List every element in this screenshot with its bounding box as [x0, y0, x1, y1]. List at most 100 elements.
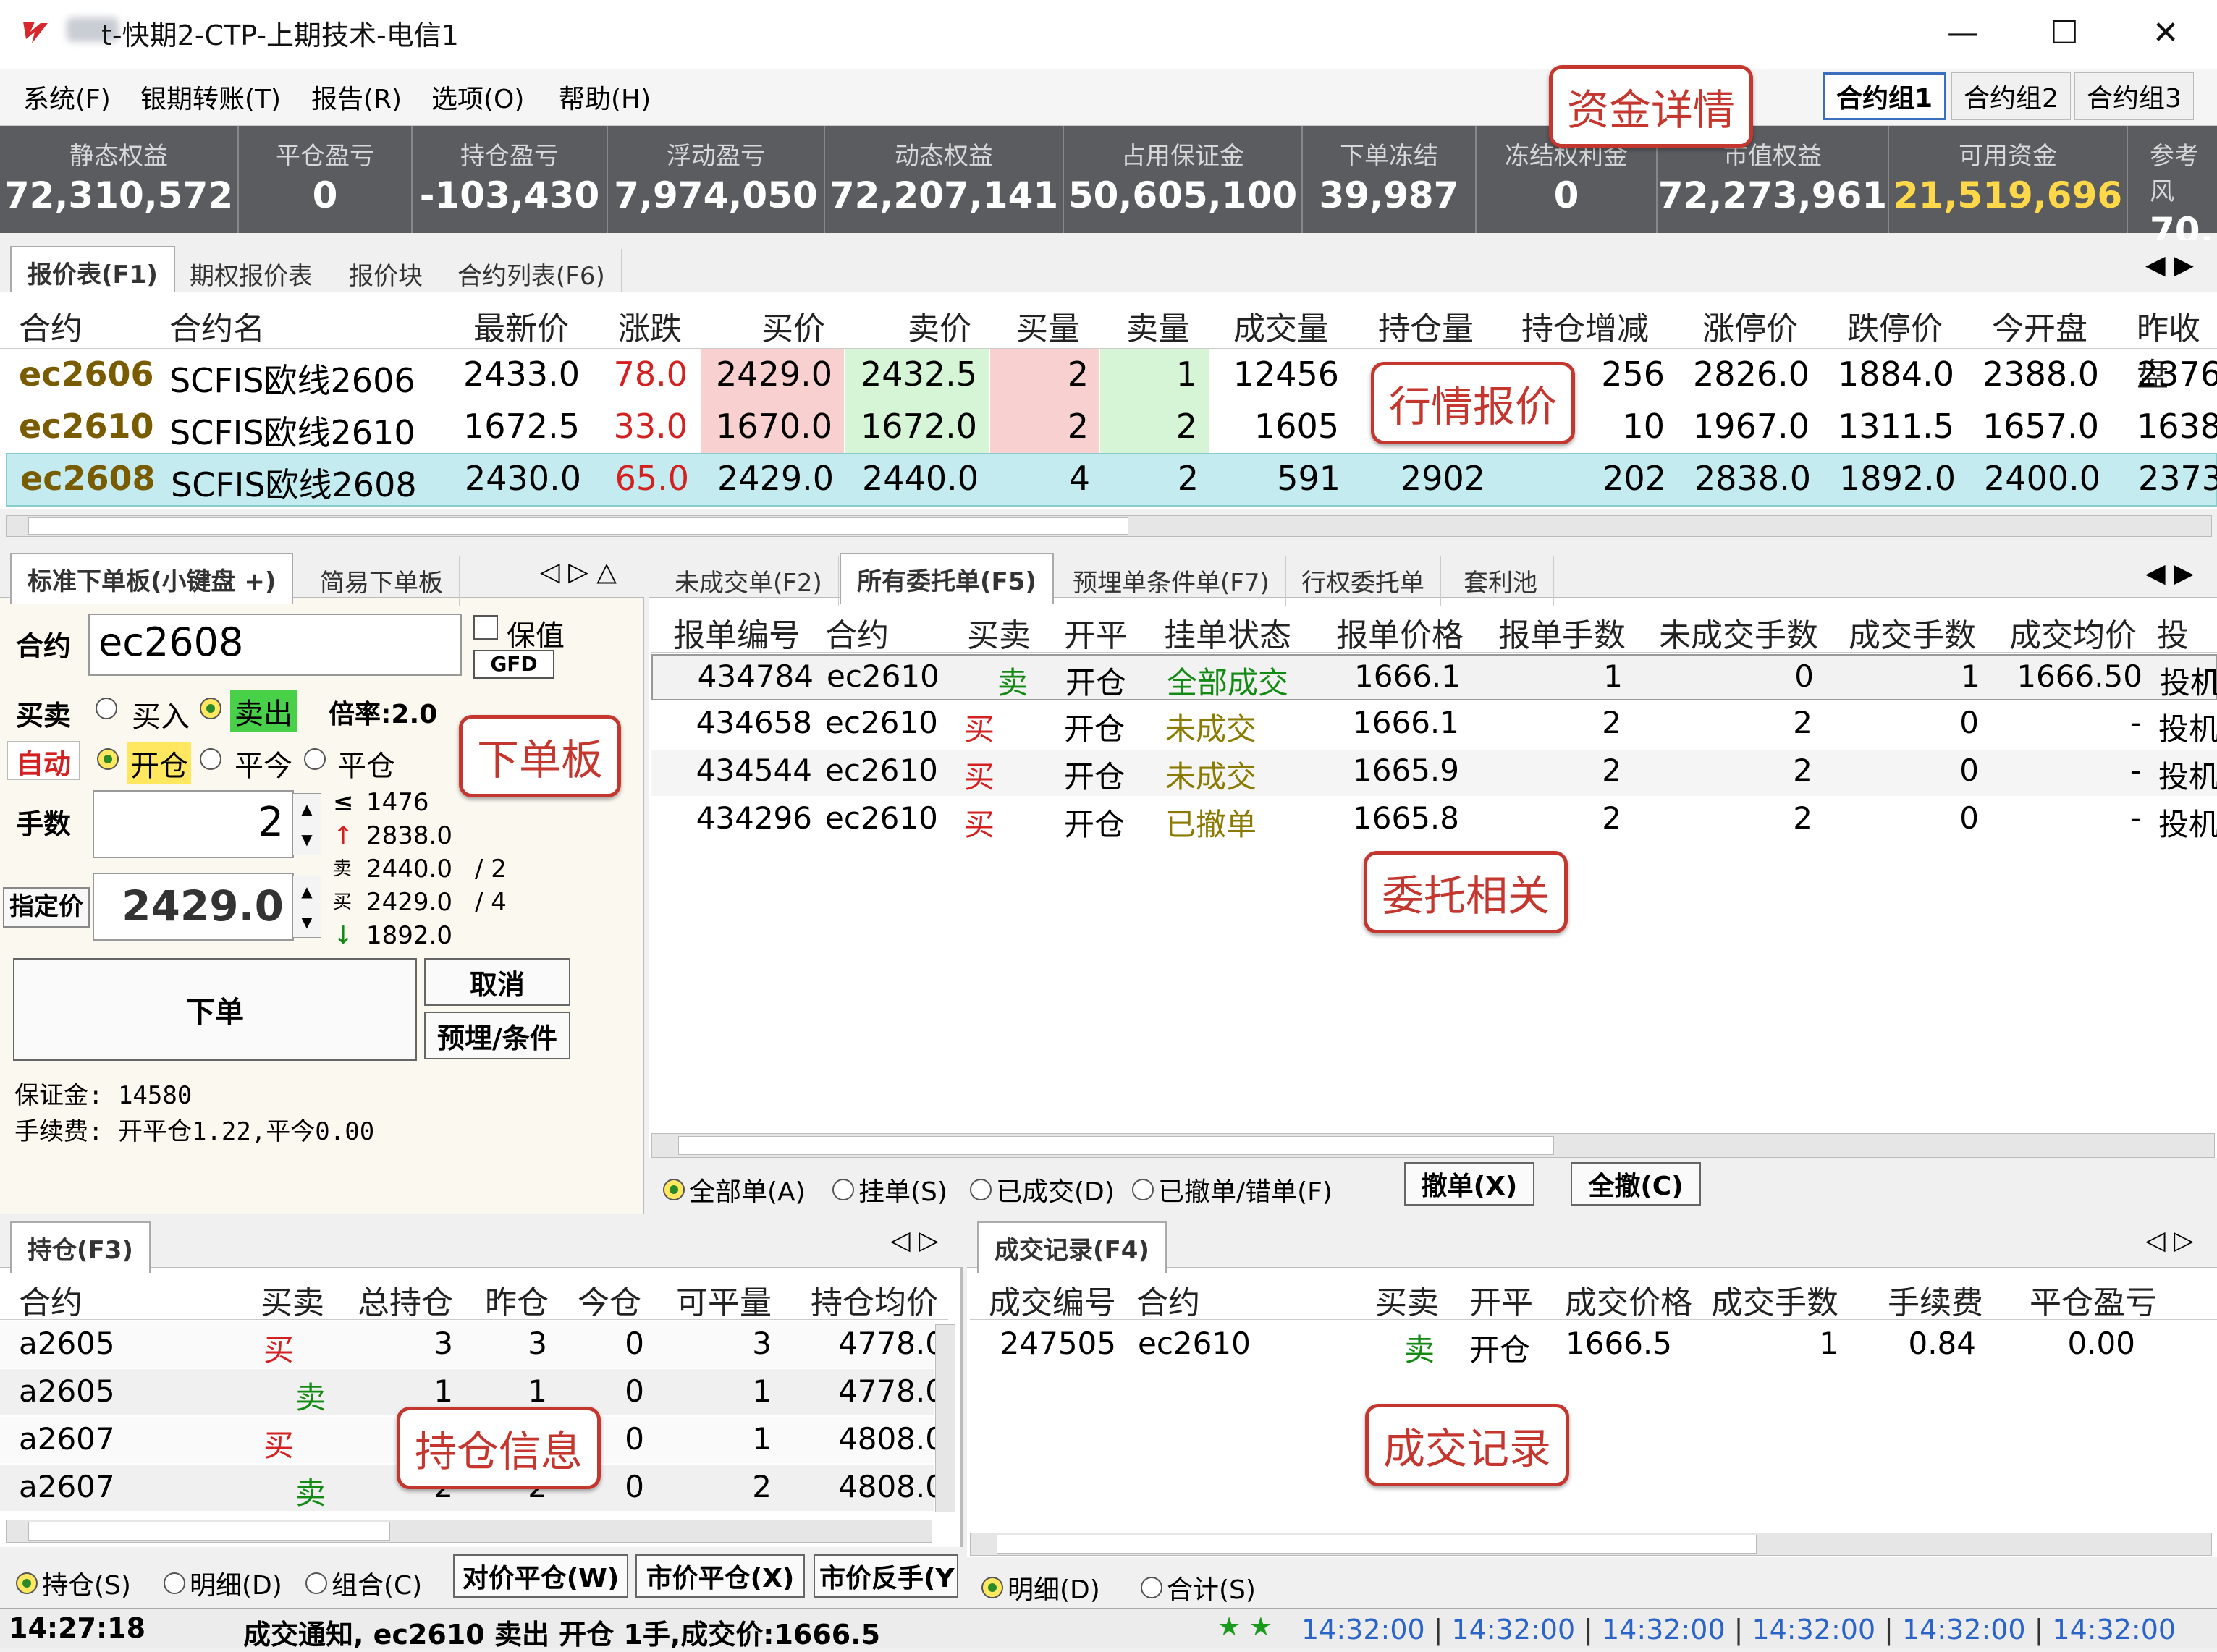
- contract-group-2[interactable]: 合约组2: [1951, 72, 2071, 120]
- open-radio[interactable]: [97, 748, 119, 770]
- minimize-button[interactable]: —: [1912, 0, 2014, 65]
- tab-conditional[interactable]: 预埋单条件单(F7): [1057, 556, 1286, 606]
- quote-limit-up: 2826.0: [1693, 355, 1810, 394]
- quote-bid: 1670.0: [716, 407, 832, 446]
- price-mode-button[interactable]: 指定价: [3, 887, 90, 928]
- close-today-radio[interactable]: [200, 748, 221, 770]
- filter-trade-total[interactable]: 合计(S): [1141, 1569, 1256, 1606]
- cancel-button[interactable]: 取消: [424, 958, 570, 1006]
- cancel-all-button[interactable]: 全撤(C): [1571, 1162, 1701, 1206]
- orders-hscrollbar[interactable]: [651, 1133, 2215, 1158]
- quote-change: 78.0: [613, 355, 688, 394]
- tab-positions[interactable]: 持仓(F3): [10, 1221, 151, 1273]
- filter-trade-details[interactable]: 明细(D): [981, 1569, 1100, 1606]
- maximize-button[interactable]: ☐: [2014, 0, 2115, 65]
- buy-label: 买入: [132, 700, 190, 734]
- condition-order-button[interactable]: 预埋/条件: [424, 1012, 570, 1059]
- server-clocks: 14:32:00 | 14:32:00 | 14:32:00 | 14:32:00 | …: [1301, 1614, 2176, 1645]
- filter-cancelled[interactable]: 已撤单/错单(F): [1132, 1171, 1333, 1208]
- qty-stepper[interactable]: ▲ ▼: [292, 793, 321, 855]
- menu-options[interactable]: 选项(O): [431, 78, 524, 116]
- qh-name: 合约名: [169, 310, 265, 347]
- buy-radio[interactable]: [96, 698, 117, 719]
- order-row[interactable]: 434658 ec2610 买 开仓 未成交 1666.1 2 2 0 - 投机: [651, 702, 2217, 748]
- fund-available: 可用资金 21,519,696: [1889, 126, 2128, 233]
- positions-nav-icon[interactable]: ◁ ▷: [890, 1226, 939, 1255]
- quote-header-row: 合约 合约名 最新价 涨跌 买价 卖价 买量 卖量 成交量 持仓量 持仓增减 涨…: [0, 292, 2217, 394]
- tab-arbitrage[interactable]: 套利池: [1448, 556, 1554, 606]
- contract-group-3[interactable]: 合约组3: [2074, 72, 2194, 120]
- position-row[interactable]: a2605 买 3 3 0 3 4778.0: [0, 1321, 945, 1368]
- quote-row-selected[interactable]: ec2608 SCFIS欧线2608 2430.0 65.0 2429.0 24…: [6, 453, 2217, 507]
- quote-row[interactable]: ec2610 SCFIS欧线2610 1672.5 33.0 1670.0 16…: [0, 401, 2217, 453]
- cancel-order-button[interactable]: 撤单(X): [1404, 1162, 1534, 1206]
- submit-order-button[interactable]: 下单: [13, 958, 417, 1061]
- tab-option-quote[interactable]: 期权报价表: [174, 249, 329, 299]
- trades-hscrollbar[interactable]: [970, 1533, 2212, 1556]
- auto-button[interactable]: 自动: [7, 741, 80, 780]
- tab-quote-table[interactable]: 报价表(F1): [10, 246, 175, 292]
- market-reverse-button[interactable]: 市价反手(Y: [814, 1554, 958, 1598]
- qh-askvol: 卖量: [1126, 310, 1190, 347]
- trade-row[interactable]: 247505 ec2610 卖 开仓 1666.5 1 0.84 0.00: [970, 1321, 2217, 1368]
- orders-nav-icon[interactable]: ◀ ▶: [2145, 559, 2194, 588]
- qh-oi-change: 持仓增减: [1521, 310, 1649, 347]
- tab-all-orders[interactable]: 所有委托单(F5): [840, 553, 1054, 604]
- title-bar: t-快期2-CTP-上期技术-电信1 — ☐ ✕: [0, 0, 2217, 69]
- positions-vscrollbar[interactable]: [935, 1324, 955, 1512]
- tab-exercise[interactable]: 行权委托单: [1285, 556, 1441, 606]
- quote-hscrollbar[interactable]: [6, 515, 2212, 537]
- fund-float-pnl: 浮动盈亏 7,974,050: [608, 126, 825, 233]
- quote-askvol: 2: [1175, 407, 1197, 446]
- close-radio[interactable]: [304, 748, 326, 770]
- order-row[interactable]: 434544 ec2610 买 开仓 未成交 1665.9 2 2 0 - 投机: [651, 750, 2217, 796]
- board-nav-icon[interactable]: ◁ ▷ △: [540, 557, 617, 587]
- menu-bank-transfer[interactable]: 银期转账(T): [140, 78, 281, 116]
- positions-hscrollbar[interactable]: [6, 1520, 932, 1543]
- counter-close-button[interactable]: 对价平仓(W): [453, 1554, 628, 1598]
- fund-dynamic-equity: 动态权益 72,207,141: [825, 126, 1064, 233]
- qh-volume: 成交量: [1233, 310, 1329, 347]
- menu-help[interactable]: 帮助(H): [559, 78, 651, 116]
- qty-input[interactable]: 2: [93, 790, 294, 858]
- qh-change: 涨跌: [618, 310, 682, 347]
- price-input[interactable]: 2429.0: [93, 873, 294, 941]
- filter-details[interactable]: 明细(D): [164, 1564, 282, 1602]
- tab-simple-board[interactable]: 简易下单板: [304, 556, 460, 606]
- trades-nav-icon[interactable]: ◁ ▷: [2145, 1226, 2194, 1255]
- order-row[interactable]: 434784 ec2610 卖 开仓 全部成交 1666.1 1 0 1 166…: [651, 654, 2217, 700]
- menu-system[interactable]: 系统(F): [23, 78, 111, 116]
- menu-report[interactable]: 报告(R): [311, 78, 402, 116]
- quote-ask: 2440.0: [862, 459, 979, 498]
- qh-contract: 合约: [19, 310, 83, 347]
- tab-contract-list[interactable]: 合约列表(F6): [442, 249, 622, 299]
- tab-quote-block[interactable]: 报价块: [333, 249, 439, 299]
- hedge-checkbox[interactable]: [473, 615, 498, 640]
- tab-unfilled[interactable]: 未成交单(F2): [659, 556, 839, 606]
- gfd-badge[interactable]: GFD: [473, 650, 554, 679]
- quote-change: 33.0: [613, 407, 688, 446]
- fund-static-equity: 静态权益 72,310,572: [0, 126, 239, 233]
- quote-change: 65.0: [615, 459, 689, 498]
- filter-all-orders[interactable]: 全部单(A): [663, 1171, 806, 1208]
- contract-group-1[interactable]: 合约组1: [1823, 72, 1947, 120]
- quote-prev-close: 1638: [2137, 407, 2217, 446]
- qh-limit-up: 涨停价: [1702, 310, 1798, 347]
- quote-row[interactable]: ec2606 SCFIS欧线2606 2433.0 78.0 2429.0 24…: [0, 349, 2217, 401]
- sell-radio[interactable]: [200, 698, 221, 719]
- close-button[interactable]: ✕: [2115, 0, 2216, 65]
- filter-filled[interactable]: 已成交(D): [970, 1171, 1115, 1208]
- fund-position-pnl: 持仓盈亏 -103,430: [413, 126, 608, 233]
- contract-input[interactable]: ec2608: [88, 614, 462, 676]
- scroll-left-icon[interactable]: ◀ ▶: [2145, 250, 2194, 280]
- market-close-button[interactable]: 市价平仓(X): [635, 1554, 805, 1598]
- filter-positions[interactable]: 持仓(S): [16, 1564, 131, 1602]
- filter-combo[interactable]: 组合(C): [305, 1564, 422, 1602]
- order-row[interactable]: 434296 ec2610 买 开仓 已撤单 1665.8 2 2 0 - 投机: [651, 797, 2217, 844]
- hedge-label: 保值: [507, 619, 565, 653]
- tab-standard-board[interactable]: 标准下单板(小键盘 +): [10, 553, 294, 604]
- filter-pending[interactable]: 挂单(S): [832, 1171, 947, 1208]
- status-message: 成交通知, ec2610 卖出 开仓 1手,成交价:1666.5: [243, 1619, 881, 1651]
- price-stepper[interactable]: ▲ ▼: [292, 876, 321, 938]
- tab-trades[interactable]: 成交记录(F4): [977, 1221, 1167, 1273]
